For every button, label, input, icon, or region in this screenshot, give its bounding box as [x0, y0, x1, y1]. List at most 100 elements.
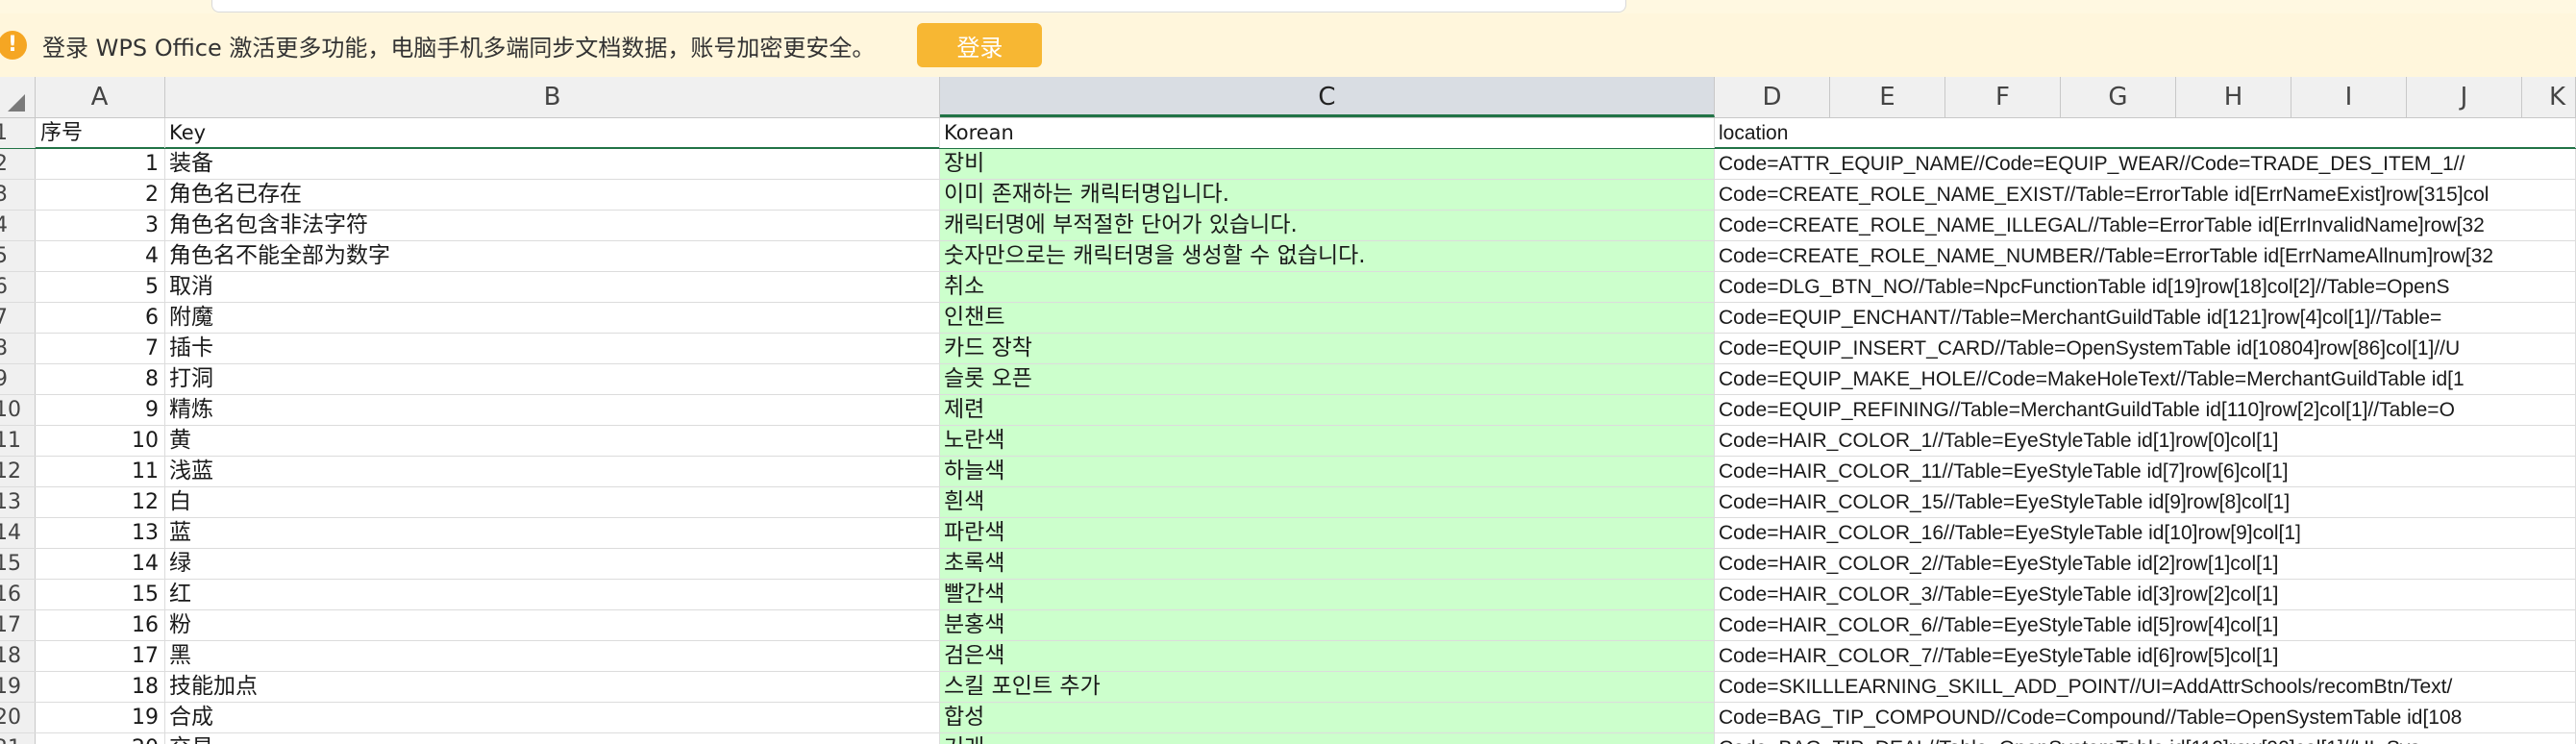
cell-key[interactable]: 打洞 [165, 364, 940, 394]
row-header[interactable]: 12 [0, 457, 36, 486]
column-header-b[interactable]: B [165, 77, 940, 117]
select-all-corner[interactable] [0, 77, 36, 117]
cell-korean[interactable]: 취소 [940, 272, 1715, 302]
cell-index[interactable]: 19 [35, 703, 165, 732]
cell-korean[interactable]: 초록색 [940, 549, 1715, 579]
cell-location[interactable]: Code=HAIR_COLOR_6//Table=EyeStyleTable i… [1715, 610, 2576, 640]
cell-header-c[interactable]: Korean [940, 118, 1715, 148]
cell-location[interactable]: Code=EQUIP_REFINING//Table=MerchantGuild… [1715, 395, 2576, 425]
cell-location[interactable]: Code=EQUIP_ENCHANT//Table=MerchantGuildT… [1715, 303, 2576, 333]
cell-key[interactable]: 取消 [165, 272, 940, 302]
column-header-i[interactable]: I [2291, 77, 2407, 117]
cell-index[interactable]: 2 [35, 180, 165, 210]
cell-location[interactable]: Code=HAIR_COLOR_15//Table=EyeStyleTable … [1715, 487, 2576, 517]
cell-key[interactable]: 浅蓝 [165, 457, 940, 486]
cell-location[interactable]: Code=HAIR_COLOR_11//Table=EyeStyleTable … [1715, 457, 2576, 486]
cell-key[interactable]: 装备 [165, 149, 940, 179]
row-header[interactable]: 17 [0, 610, 36, 640]
column-header-f[interactable]: F [1945, 77, 2061, 117]
row-header[interactable]: 11 [0, 426, 36, 456]
row-header[interactable]: 21 [0, 733, 36, 744]
cell-korean[interactable]: 캐릭터명에 부적절한 단어가 있습니다. [940, 211, 1715, 240]
cell-key[interactable]: 精炼 [165, 395, 940, 425]
cell-location[interactable]: Code=HAIR_COLOR_16//Table=EyeStyleTable … [1715, 518, 2576, 548]
cell-header-b[interactable]: Key [165, 118, 940, 148]
cell-index[interactable]: 13 [35, 518, 165, 548]
spreadsheet-grid[interactable]: A B C D E F G H I J K 1 序号 Key Korean lo… [0, 77, 2576, 744]
cell-korean[interactable]: 숫자만으로는 캐릭터명을 생성할 수 없습니다. [940, 241, 1715, 271]
row-header[interactable]: 7 [0, 303, 36, 333]
cell-korean[interactable]: 제련 [940, 395, 1715, 425]
cell-header-a[interactable]: 序号 [35, 118, 165, 148]
cell-korean[interactable]: 하늘색 [940, 457, 1715, 486]
cell-location[interactable]: Code=ATTR_EQUIP_NAME//Code=EQUIP_WEAR//C… [1715, 149, 2576, 179]
column-header-g[interactable]: G [2061, 77, 2176, 117]
cell-index[interactable]: 14 [35, 549, 165, 579]
cell-header-d[interactable]: location [1715, 118, 2576, 148]
cell-korean[interactable]: 노란색 [940, 426, 1715, 456]
cell-index[interactable]: 11 [35, 457, 165, 486]
cell-location[interactable]: Code=DLG_BTN_NO//Table=NpcFunctionTable … [1715, 272, 2576, 302]
column-header-h[interactable]: H [2176, 77, 2291, 117]
cell-index[interactable]: 9 [35, 395, 165, 425]
cell-index[interactable]: 15 [35, 580, 165, 609]
cell-korean[interactable]: 인챈트 [940, 303, 1715, 333]
row-header[interactable]: 20 [0, 703, 36, 732]
cell-key[interactable]: 白 [165, 487, 940, 517]
cell-index[interactable]: 7 [35, 334, 165, 363]
row-header[interactable]: 15 [0, 549, 36, 579]
cell-key[interactable]: 合成 [165, 703, 940, 732]
cell-key[interactable]: 插卡 [165, 334, 940, 363]
cell-korean[interactable]: 장비 [940, 149, 1715, 179]
row-header[interactable]: 5 [0, 241, 36, 271]
cell-location[interactable]: Code=BAG_TIP_COMPOUND//Code=Compound//Ta… [1715, 703, 2576, 732]
cell-location[interactable]: Code=CREATE_ROLE_NAME_EXIST//Table=Error… [1715, 180, 2576, 210]
row-header[interactable]: 19 [0, 672, 36, 702]
cell-index[interactable]: 5 [35, 272, 165, 302]
cell-korean[interactable]: 분홍색 [940, 610, 1715, 640]
cell-location[interactable]: Code=CREATE_ROLE_NAME_ILLEGAL//Table=Err… [1715, 211, 2576, 240]
cell-index[interactable]: 12 [35, 487, 165, 517]
cell-key[interactable]: 技能加点 [165, 672, 940, 702]
row-header[interactable]: 18 [0, 641, 36, 671]
row-header[interactable]: 3 [0, 180, 36, 210]
login-button[interactable]: 登录 [917, 23, 1043, 67]
cell-location[interactable]: Code=EQUIP_INSERT_CARD//Table=OpenSystem… [1715, 334, 2576, 363]
column-header-a[interactable]: A [35, 77, 165, 117]
cell-korean[interactable]: 스킬 포인트 추가 [940, 672, 1715, 702]
row-header[interactable]: 13 [0, 487, 36, 517]
row-header[interactable]: 6 [0, 272, 36, 302]
column-header-e[interactable]: E [1830, 77, 1945, 117]
cell-key[interactable]: 附魔 [165, 303, 940, 333]
cell-korean[interactable]: 합성 [940, 703, 1715, 732]
cell-key[interactable]: 黑 [165, 641, 940, 671]
cell-location[interactable]: Code=SKILLLEARNING_SKILL_ADD_POINT//UI=A… [1715, 672, 2576, 702]
row-header[interactable]: 9 [0, 364, 36, 394]
column-header-k[interactable]: K [2522, 77, 2576, 117]
row-header[interactable]: 8 [0, 334, 36, 363]
cell-korean[interactable]: 이미 존재하는 캐릭터명입니다. [940, 180, 1715, 210]
row-header[interactable]: 16 [0, 580, 36, 609]
cell-location[interactable]: Code=HAIR_COLOR_2//Table=EyeStyleTable i… [1715, 549, 2576, 579]
row-header[interactable]: 2 [0, 149, 36, 179]
cell-korean[interactable]: 흰색 [940, 487, 1715, 517]
cell-index[interactable]: 18 [35, 672, 165, 702]
column-header-c[interactable]: C [940, 77, 1715, 117]
cell-location[interactable]: Code=BAG_TIP_DEAL//Table=OpenSystemTable… [1715, 733, 2576, 744]
cell-korean[interactable]: 빨간색 [940, 580, 1715, 609]
cell-location[interactable]: Code=EQUIP_MAKE_HOLE//Code=MakeHoleText/… [1715, 364, 2576, 394]
cell-key[interactable]: 角色名包含非法字符 [165, 211, 940, 240]
cell-key[interactable]: 绿 [165, 549, 940, 579]
cell-index[interactable]: 16 [35, 610, 165, 640]
cell-index[interactable]: 4 [35, 241, 165, 271]
cell-index[interactable]: 1 [35, 149, 165, 179]
cell-korean[interactable]: 슬롯 오픈 [940, 364, 1715, 394]
row-header[interactable]: 1 [0, 118, 36, 148]
cell-key[interactable]: 黄 [165, 426, 940, 456]
cell-key[interactable]: 粉 [165, 610, 940, 640]
row-header[interactable]: 14 [0, 518, 36, 548]
cell-index[interactable]: 6 [35, 303, 165, 333]
cell-korean[interactable]: 카드 장착 [940, 334, 1715, 363]
cell-key[interactable]: 交易 [165, 733, 940, 744]
cell-index[interactable]: 10 [35, 426, 165, 456]
